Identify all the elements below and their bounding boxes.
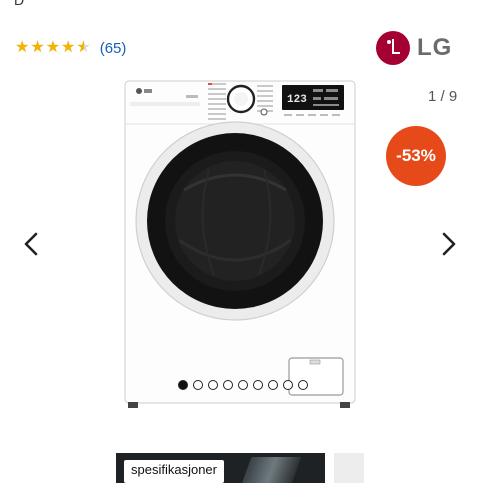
rating-stars: ★★★★★ ★★★★★ [15, 39, 92, 56]
chevron-right-icon [442, 232, 456, 256]
washing-machine-image[interactable]: 123 [124, 80, 356, 412]
capacity-label [186, 95, 198, 98]
brand-name: LG [417, 34, 453, 61]
pagination-dot[interactable] [283, 380, 293, 390]
product-rating[interactable]: ★★★★★ ★★★★★ (65) [15, 38, 126, 58]
discount-badge: -53% [386, 126, 446, 186]
pagination-dot[interactable] [268, 380, 278, 390]
thumbnail-image[interactable] [334, 453, 364, 483]
pagination-dot[interactable] [208, 380, 218, 390]
review-count-link[interactable]: (65) [100, 40, 127, 57]
previous-image-button[interactable] [14, 227, 48, 261]
display-digits: 123 [287, 94, 307, 106]
pagination-dot[interactable] [238, 380, 248, 390]
pagination-dot[interactable] [298, 380, 308, 390]
lg-logo-icon [376, 31, 410, 65]
next-image-button[interactable] [432, 227, 466, 261]
pagination-dot[interactable] [253, 380, 263, 390]
gallery-pagination [178, 380, 308, 390]
pagination-dot[interactable] [223, 380, 233, 390]
pagination-dot[interactable] [193, 380, 203, 390]
page-heading-fragment: D [14, 0, 25, 8]
image-counter: 1 / 9 [428, 88, 458, 105]
pagination-dot[interactable] [178, 380, 188, 390]
chevron-left-icon [24, 232, 38, 256]
brand-logo[interactable]: LG [376, 31, 452, 65]
